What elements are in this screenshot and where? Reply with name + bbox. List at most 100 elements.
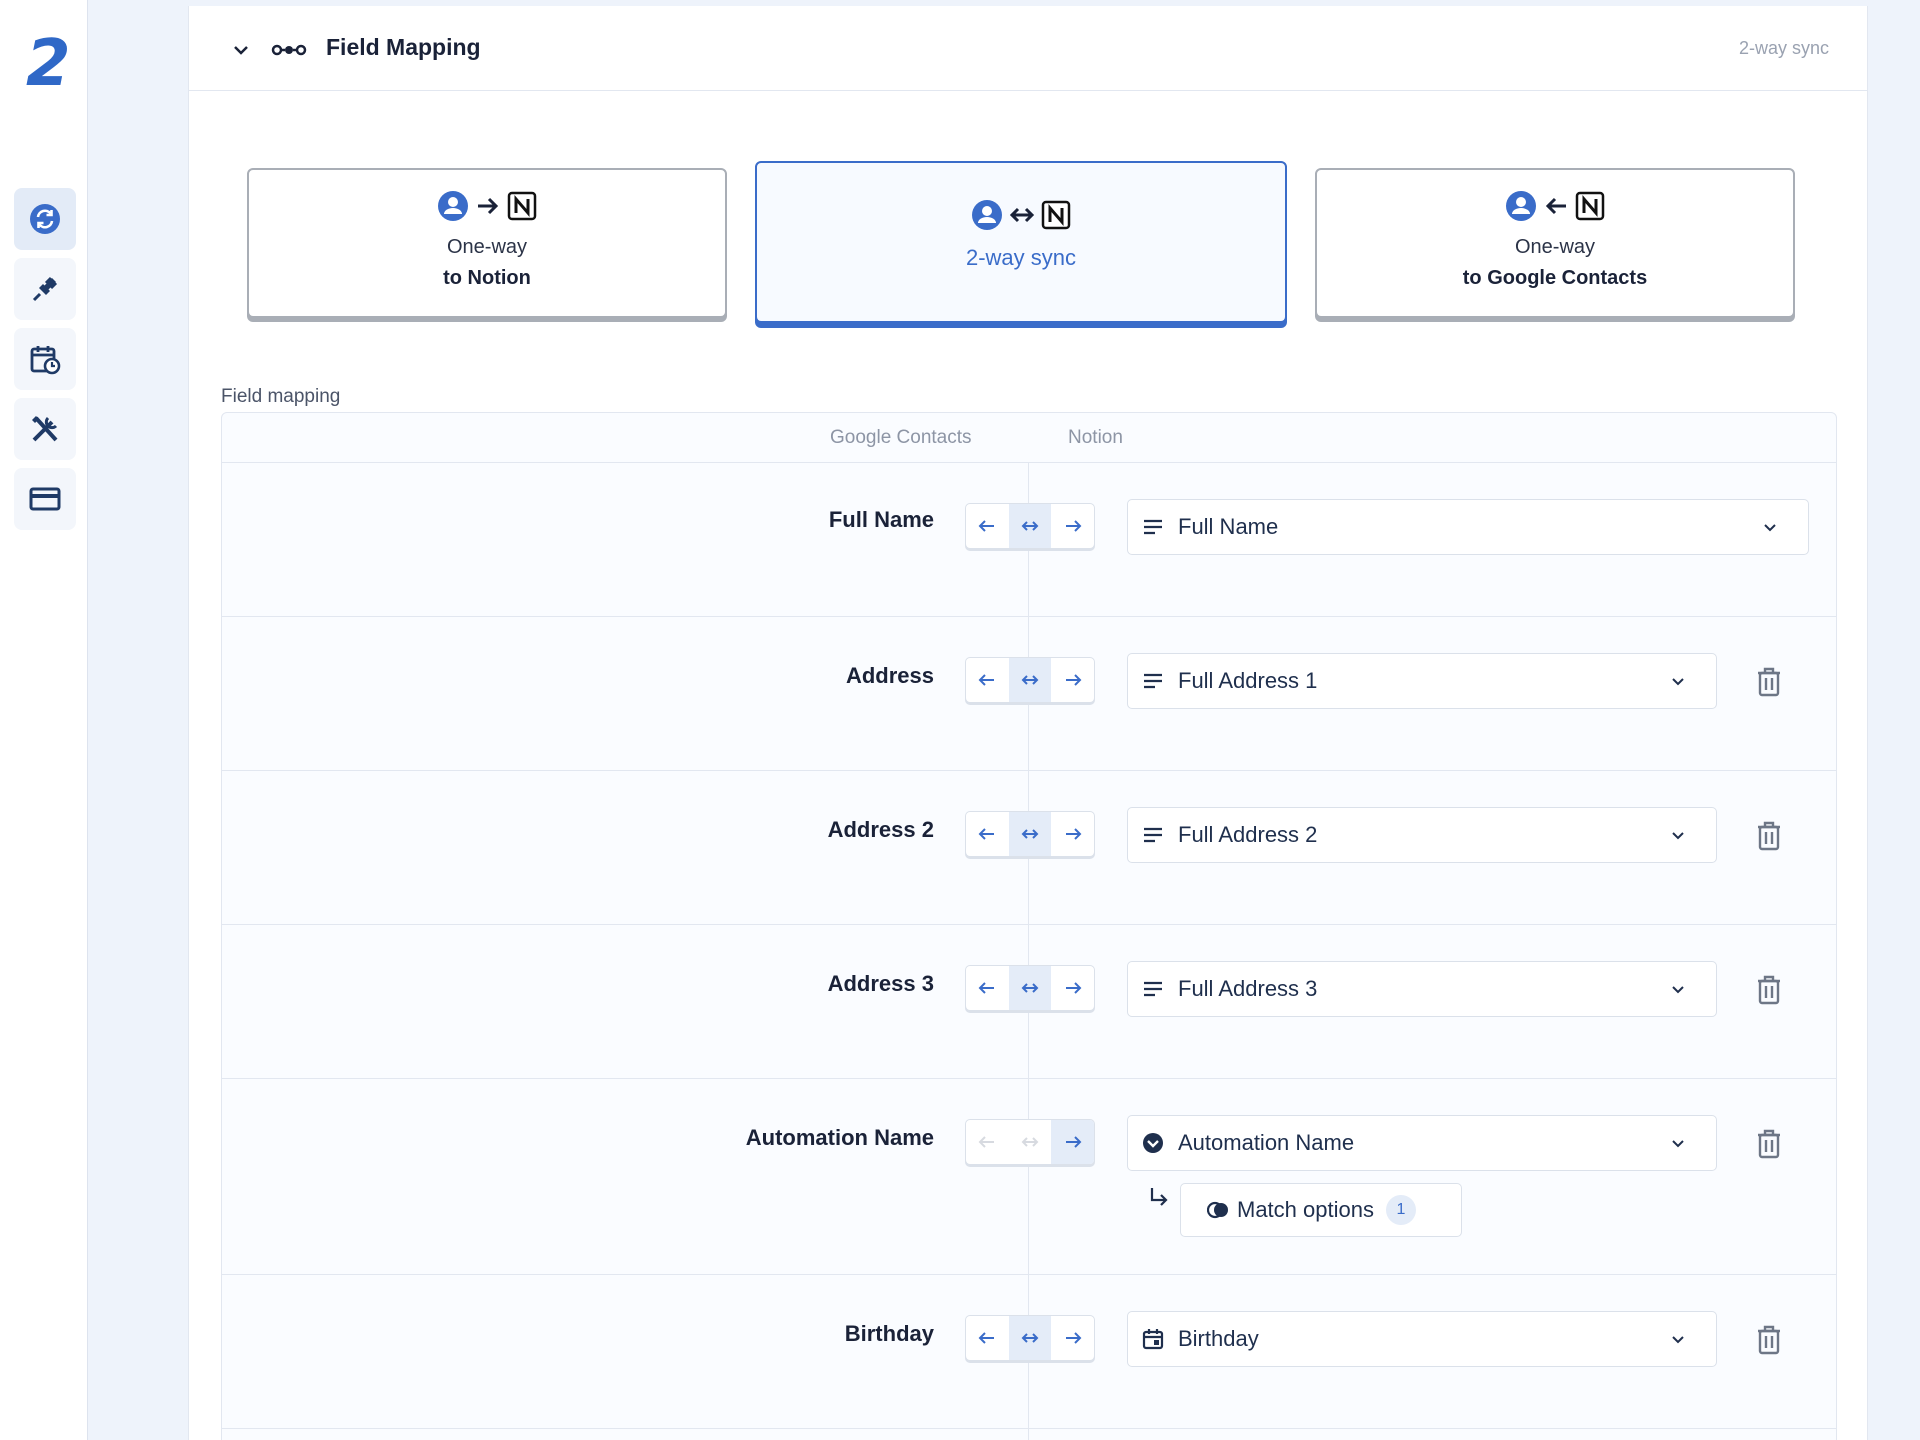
user-avatar-icon — [972, 200, 1002, 230]
arrow-both-icon — [1021, 675, 1039, 685]
direction-right-button[interactable] — [1051, 504, 1094, 548]
credit-card-icon — [29, 487, 61, 511]
notion-field-select[interactable]: Automation Name — [1127, 1115, 1717, 1171]
arrow-right-icon — [1065, 982, 1082, 994]
app-logo[interactable]: 2 — [26, 32, 71, 96]
sidebar-item-sync[interactable] — [14, 188, 76, 250]
selected-value: Full Name — [1178, 514, 1279, 539]
arrow-left-icon — [978, 982, 995, 994]
arrow-left-icon — [978, 520, 995, 532]
card-line2: to Google Contacts — [1462, 267, 1648, 289]
arrow-both-icon — [1009, 207, 1035, 223]
arrow-left-icon — [978, 674, 995, 686]
direction-both-button[interactable] — [1008, 1316, 1052, 1360]
table-header: Google Contacts Notion — [222, 413, 1836, 463]
sub-option-arrow-icon — [1150, 1188, 1168, 1206]
plug-icon — [32, 276, 58, 302]
sync-direction-toggle — [965, 503, 1095, 549]
field-mapping-label: Field mapping — [221, 386, 341, 407]
selected-value: Full Address 1 — [1178, 668, 1318, 693]
arrow-right-icon — [1065, 674, 1082, 686]
table-row: Automation Name Automation Name Match op… — [222, 1079, 1836, 1275]
field-mapping-panel: Field Mapping 2-way sync One-way to Noti… — [188, 6, 1868, 1440]
field-mapping-table: Google Contacts Notion Full Name Full Na… — [221, 412, 1837, 1440]
text-icon — [1144, 673, 1162, 689]
notion-field-select[interactable]: Birthday — [1127, 1311, 1717, 1367]
trash-icon[interactable] — [1756, 975, 1782, 1005]
match-options-button[interactable]: Match options 1 — [1180, 1183, 1462, 1237]
user-avatar-icon — [1506, 191, 1536, 221]
text-icon — [1144, 981, 1162, 997]
direction-both-button[interactable] — [1008, 658, 1052, 702]
direction-left-button[interactable] — [966, 812, 1009, 856]
direction-card-two-way[interactable]: 2-way sync — [755, 161, 1287, 323]
table-row: Address 2 Full Address 2 — [222, 771, 1836, 925]
chevron-down-icon — [1672, 986, 1684, 994]
direction-left-button[interactable] — [966, 1316, 1009, 1360]
trash-icon[interactable] — [1756, 1129, 1782, 1159]
sidebar: 2 — [0, 0, 88, 1440]
column-header-google-contacts: Google Contacts — [830, 427, 972, 448]
trash-icon[interactable] — [1756, 821, 1782, 851]
table-row: Address 3 Full Address 3 — [222, 925, 1836, 1079]
direction-right-button[interactable] — [1051, 966, 1094, 1010]
table-row: Full Name Full Name — [222, 463, 1836, 617]
sync-direction-toggle — [965, 965, 1095, 1011]
notion-field-select[interactable]: Full Address 2 — [1127, 807, 1717, 863]
chevron-down-icon — [1672, 1140, 1684, 1148]
arrow-right-icon — [478, 197, 499, 215]
arrow-both-icon — [1021, 1137, 1039, 1147]
direction-right-button[interactable] — [1051, 658, 1094, 702]
chevron-down-icon — [1672, 678, 1684, 686]
notion-icon — [1041, 200, 1071, 230]
direction-card-to-notion[interactable]: One-way to Notion — [247, 168, 727, 318]
sidebar-item-connections[interactable] — [14, 258, 76, 320]
selected-value: Automation Name — [1178, 1130, 1355, 1155]
card-line2: to Notion — [443, 267, 531, 289]
notion-field-select[interactable]: Full Address 3 — [1127, 961, 1717, 1017]
notion-field-select[interactable]: Full Name — [1127, 499, 1809, 555]
direction-right-button[interactable] — [1051, 812, 1094, 856]
table-row: Address Full Address 1 — [222, 617, 1836, 771]
direction-left-button[interactable] — [966, 1120, 1009, 1164]
chevron-down-icon — [1672, 832, 1684, 840]
direction-left-button[interactable] — [966, 504, 1009, 548]
direction-card-to-google-contacts[interactable]: One-way to Google Contacts — [1315, 168, 1795, 318]
field-link-icon — [271, 44, 307, 56]
arrow-both-icon — [1021, 983, 1039, 993]
direction-left-button[interactable] — [966, 966, 1009, 1010]
notion-field-select[interactable]: Full Address 1 — [1127, 653, 1717, 709]
google-field-label: Address 2 — [827, 817, 934, 842]
chevron-down-icon[interactable] — [231, 40, 251, 60]
card-line2: 2-way sync — [965, 245, 1077, 270]
arrow-left-icon — [978, 828, 995, 840]
select-icon — [1143, 1133, 1163, 1153]
direction-both-button[interactable] — [1008, 966, 1052, 1010]
sync-icon — [30, 204, 60, 234]
direction-right-button[interactable] — [1051, 1120, 1094, 1164]
direction-both-button[interactable] — [1008, 812, 1052, 856]
direction-right-button[interactable] — [1051, 1316, 1094, 1360]
sidebar-item-schedule[interactable] — [14, 328, 76, 390]
sidebar-item-tools[interactable] — [14, 398, 76, 460]
page-title: Field Mapping — [326, 34, 481, 60]
match-options-label: Match options — [1237, 1197, 1374, 1222]
direction-both-button[interactable] — [1008, 504, 1052, 548]
tools-icon — [32, 416, 58, 442]
panel-header[interactable]: Field Mapping 2-way sync — [189, 6, 1867, 91]
sidebar-item-billing[interactable] — [14, 468, 76, 530]
google-field-label: Birthday — [844, 1321, 934, 1346]
match-toggle-icon — [1207, 1201, 1228, 1219]
direction-left-button[interactable] — [966, 658, 1009, 702]
selected-value: Full Address 3 — [1178, 976, 1318, 1001]
date-icon — [1142, 1329, 1164, 1350]
direction-both-button[interactable] — [1009, 1120, 1052, 1164]
trash-icon[interactable] — [1756, 667, 1782, 697]
selected-value: Birthday — [1178, 1326, 1259, 1351]
sync-direction-toggle — [965, 1119, 1095, 1165]
arrow-right-icon — [1065, 1136, 1082, 1148]
card-line1: One-way — [446, 236, 528, 258]
trash-icon[interactable] — [1756, 1325, 1782, 1355]
arrow-right-icon — [1065, 520, 1082, 532]
selected-value: Full Address 2 — [1178, 822, 1318, 847]
